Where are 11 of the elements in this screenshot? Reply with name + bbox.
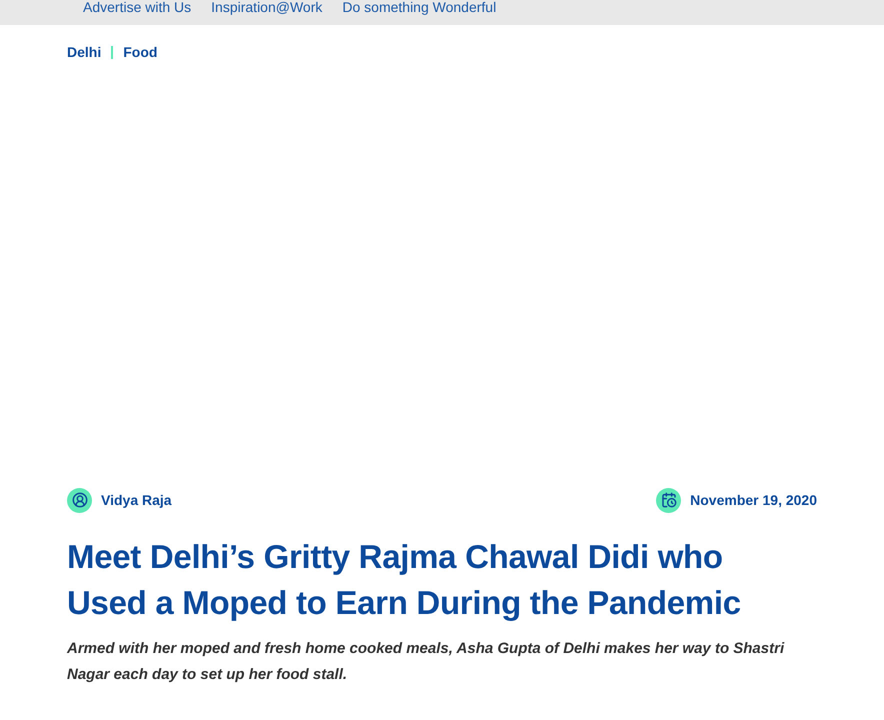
breadcrumb-link[interactable]: Food [123,42,158,63]
user-icon [67,488,92,512]
article-title: Meet Delhi’s Gritty Rajma Chawal Didi who Used a Moped to Earn During the Pandemic [67,537,742,623]
nav-link[interactable]: Inspiration@Work [211,0,322,14]
publish-date: November 19, 2020 [690,490,817,510]
author-name[interactable]: Vidya Raja [101,490,172,510]
article-summary: Armed with her moped and fresh home cooked meals, Asha Gupta of Delhi makes her way to Shastri Nagar each day to set up her food stall. [67,639,786,685]
nav-link[interactable]: Advertise with Us [83,0,192,14]
calendar-icon [656,488,682,512]
breadcrumb-link[interactable]: Delhi [67,42,102,63]
nav-link[interactable]: Do something Wonderful [342,0,496,14]
